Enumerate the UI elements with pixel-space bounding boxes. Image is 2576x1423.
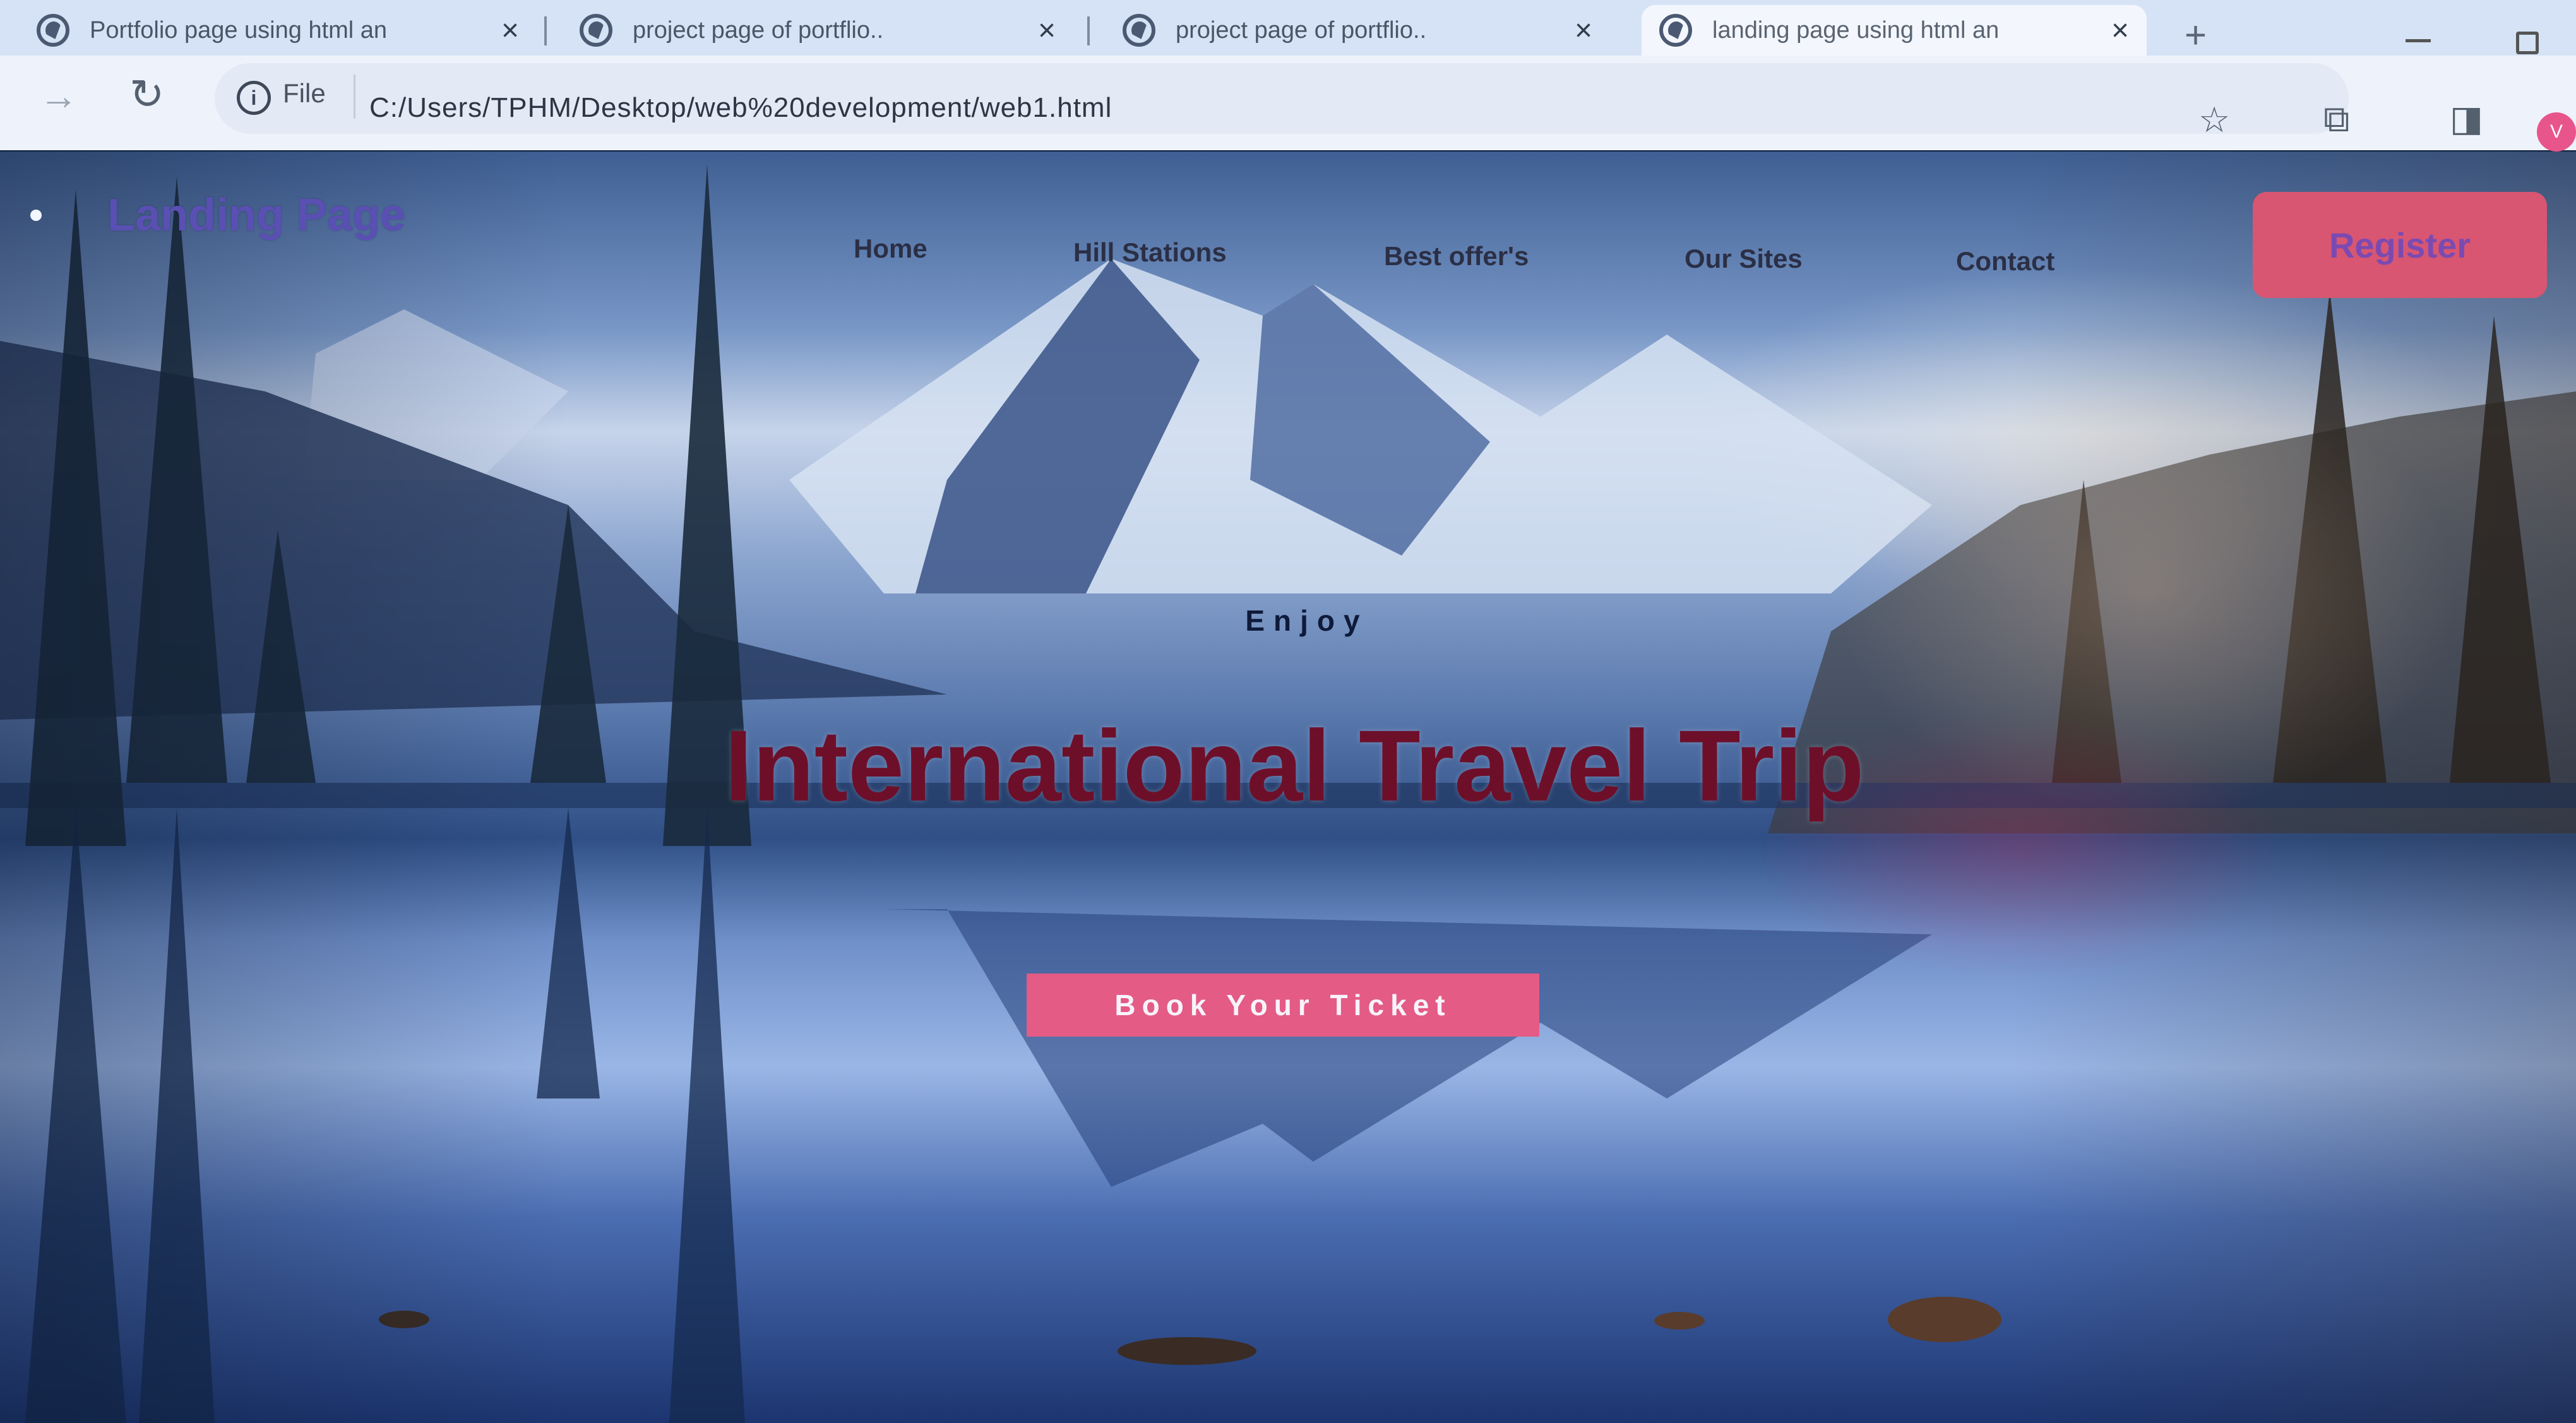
reload-icon[interactable]: ↻ [129, 73, 164, 115]
globe-icon [37, 14, 69, 47]
url-separator [354, 74, 355, 119]
profile-avatar[interactable]: V [2537, 112, 2576, 152]
browser-tab[interactable]: project page of portflio.. × [562, 5, 1073, 56]
side-panel-icon[interactable]: ◨ [2450, 101, 2483, 136]
browser-tab[interactable]: project page of portflio.. × [1105, 5, 1610, 56]
tab-strip: Portfolio page using html an × project p… [0, 0, 2576, 56]
nav-link-best-offers[interactable]: Best offer's [1384, 241, 1529, 271]
globe-icon [1659, 14, 1692, 47]
tab-title: landing page using html an [1712, 16, 2000, 44]
globe-icon [580, 14, 612, 47]
forward-arrow-icon[interactable]: → [39, 77, 78, 116]
nav-link-our-sites[interactable]: Our Sites [1685, 244, 1803, 274]
book-ticket-button[interactable]: Book Your Ticket [1027, 973, 1539, 1037]
browser-tab[interactable]: Portfolio page using html an × [19, 5, 537, 56]
nav-link-contact[interactable]: Contact [1956, 246, 2054, 277]
tab-title: Portfolio page using html an [90, 16, 388, 44]
tab-separator [544, 16, 547, 45]
star-icon[interactable]: ☆ [2198, 102, 2230, 138]
maximize-icon[interactable] [2516, 32, 2539, 54]
extensions-icon[interactable]: ⧉ [2323, 101, 2349, 138]
brand-logo-text[interactable]: Landing Page [107, 189, 405, 241]
globe-icon [1123, 14, 1155, 47]
brand-dot [30, 210, 42, 221]
nav-link-hill-stations[interactable]: Hill Stations [1073, 237, 1227, 268]
hero-kicker: Enjoy [1245, 604, 1369, 637]
hero-title: International Travel Trip [724, 709, 1864, 822]
tab-title: project page of portflio.. [633, 16, 884, 44]
close-icon[interactable]: × [501, 13, 519, 48]
nav-link-home[interactable]: Home [854, 234, 927, 264]
close-icon[interactable]: × [2111, 13, 2129, 48]
landing-page: Landing Page Home Hill Stations Best off… [0, 152, 2576, 1423]
browser-tab-active[interactable]: landing page using html an × [1642, 5, 2147, 56]
minimize-icon[interactable] [2406, 39, 2431, 42]
plus-icon[interactable]: + [2185, 16, 2207, 54]
info-icon[interactable]: i [237, 81, 271, 115]
url-text[interactable]: C:/Users/TPHM/Desktop/web%20development/… [369, 92, 1112, 124]
tab-title: project page of portflio.. [1176, 16, 1427, 44]
tab-separator [1087, 16, 1090, 45]
scheme-label: File [283, 78, 326, 108]
close-icon[interactable]: × [1038, 13, 1056, 48]
close-icon[interactable]: × [1575, 13, 1592, 48]
register-button[interactable]: Register [2253, 192, 2547, 298]
